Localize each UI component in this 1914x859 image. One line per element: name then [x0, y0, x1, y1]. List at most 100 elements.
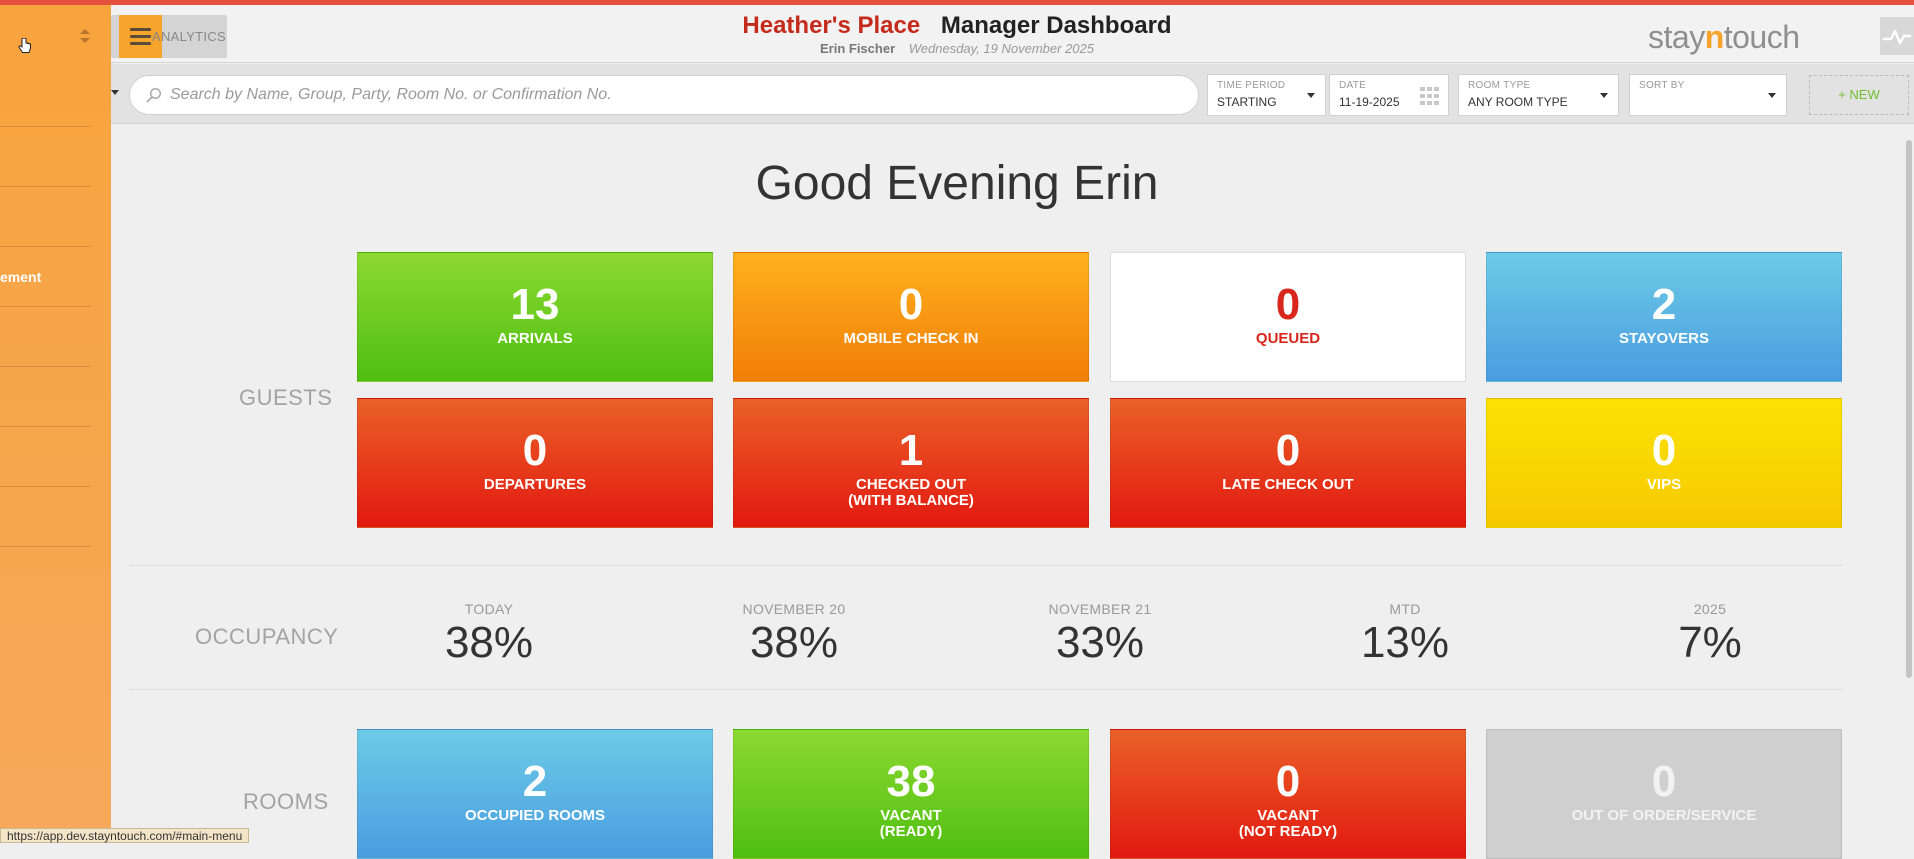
sidebar-item-management[interactable]: ement: [0, 247, 91, 307]
activity-icon: [1882, 29, 1912, 45]
occupancy-value: 33%: [1055, 618, 1145, 667]
sidebar-item-8[interactable]: [0, 487, 91, 547]
date-label: DATE: [1339, 80, 1367, 91]
calendar-icon[interactable]: [1420, 87, 1440, 105]
tile-count: 2: [1651, 280, 1677, 329]
tile-label: QUEUED: [1255, 330, 1321, 347]
brand-text-pre: stay: [1648, 19, 1705, 55]
new-reservation-button[interactable]: + NEW: [1809, 75, 1909, 115]
tile-stayovers[interactable]: 2 STAYOVERS: [1486, 252, 1842, 382]
tile-count: 0: [522, 426, 548, 475]
pointer-cursor-icon: [18, 38, 31, 53]
tile-occupied-rooms[interactable]: 2 OCCUPIED ROOMS: [357, 729, 713, 859]
tile-label: MOBILE CHECK IN: [843, 330, 979, 347]
time-period-label: TIME PERIOD: [1217, 80, 1286, 91]
occupancy-label: TODAY: [464, 601, 514, 617]
search-icon: [146, 87, 162, 103]
occupancy-value: 38%: [444, 618, 534, 667]
sort-by-label: SORT BY: [1639, 80, 1685, 91]
tile-queued[interactable]: 0 QUEUED: [1110, 252, 1466, 382]
header: ANALYTICS Heather's Place Manager Dashbo…: [0, 5, 1914, 63]
tile-count: 0: [1651, 426, 1677, 475]
time-period-select[interactable]: TIME PERIOD STARTING: [1207, 74, 1326, 116]
chevron-down-icon: [1307, 93, 1315, 98]
occupancy-nov-21: NOVEMBER 21 33%: [990, 601, 1210, 667]
tile-label: ARRIVALS: [497, 330, 573, 347]
sort-by-select[interactable]: SORT BY: [1629, 74, 1787, 116]
hotel-name: Heather's Place: [742, 12, 921, 39]
tile-mobile-check-in[interactable]: 0 MOBILE CHECK IN: [733, 252, 1089, 382]
user-name: Erin Fischer: [819, 41, 896, 56]
tile-count: 0: [1275, 426, 1301, 475]
room-type-select[interactable]: ROOM TYPE ANY ROOM TYPE: [1458, 74, 1619, 116]
activity-button[interactable]: [1880, 17, 1914, 55]
occupancy-today: TODAY 38%: [379, 601, 599, 667]
tile-late-check-out[interactable]: 0 LATE CHECK OUT: [1110, 398, 1466, 528]
tile-label: VIPS: [1646, 476, 1682, 493]
date-picker[interactable]: DATE 11-19-2025: [1329, 74, 1449, 116]
filter-bar: TIME PERIOD STARTING DATE 11-19-2025 ROO…: [0, 64, 1914, 124]
tile-vacant-ready[interactable]: 38 VACANT (READY): [733, 729, 1089, 859]
tile-count: 0: [898, 280, 924, 329]
tile-count: 13: [510, 280, 560, 329]
dashboard-title: Manager Dashboard: [940, 12, 1172, 39]
tile-arrivals[interactable]: 13 ARRIVALS: [357, 252, 713, 382]
tile-label: DEPARTURES: [483, 476, 587, 493]
time-period-value: STARTING: [1217, 95, 1277, 109]
search-input[interactable]: [168, 76, 1178, 114]
chevron-down-icon[interactable]: [111, 90, 119, 95]
vertical-scrollbar[interactable]: [1906, 140, 1912, 678]
occupancy-label: MTD: [1389, 601, 1421, 617]
section-label-guests: GUESTS: [239, 385, 333, 410]
room-type-value: ANY ROOM TYPE: [1468, 95, 1568, 109]
tile-label: VACANT (NOT READY): [1238, 807, 1338, 840]
tile-count: 1: [898, 426, 924, 475]
tile-label: STAYOVERS: [1618, 330, 1710, 347]
status-bar-url: https://app.dev.stayntouch.com/#main-men…: [0, 828, 250, 843]
section-label-occupancy: OCCUPANCY: [195, 624, 339, 649]
occupancy-label: 2025: [1693, 601, 1727, 617]
tile-count: 0: [1275, 757, 1301, 806]
chevron-down-icon: [1600, 93, 1608, 98]
search-box[interactable]: [129, 75, 1199, 115]
sidebar-item-7[interactable]: [0, 427, 91, 487]
tile-label: CHECKED OUT (WITH BALANCE): [848, 476, 974, 509]
tile-count: 38: [886, 757, 936, 806]
occupancy-value: 7%: [1678, 618, 1742, 667]
tile-label: OUT OF ORDER/SERVICE: [1571, 807, 1757, 824]
sidebar-item-1[interactable]: [0, 67, 91, 127]
section-divider: [129, 565, 1843, 566]
date-value: 11-19-2025: [1339, 95, 1400, 109]
brand-text-mid: n: [1704, 19, 1725, 55]
occupancy-nov-20: NOVEMBER 20 38%: [684, 601, 904, 667]
current-date: Wednesday, 19 November 2025: [908, 41, 1094, 56]
tile-departures[interactable]: 0 DEPARTURES: [357, 398, 713, 528]
occupancy-label: NOVEMBER 20: [742, 601, 846, 617]
brand-logo: stayntouch: [1648, 19, 1800, 56]
tile-count: 0: [1651, 757, 1677, 806]
occupancy-label: NOVEMBER 21: [1048, 601, 1152, 617]
sort-arrows-icon[interactable]: [80, 29, 90, 43]
sidebar-item-6[interactable]: [0, 367, 91, 427]
occupancy-year: 2025 7%: [1600, 601, 1820, 667]
page-title: Heather's Place Manager Dashboard: [0, 12, 1914, 40]
section-divider: [129, 689, 1843, 690]
occupancy-mtd: MTD 13%: [1295, 601, 1515, 667]
tile-count: 2: [522, 757, 548, 806]
sidebar-item-5[interactable]: [0, 307, 91, 367]
tile-label: OCCUPIED ROOMS: [464, 807, 605, 824]
sidebar-menu: ement: [0, 5, 111, 843]
tile-out-of-order[interactable]: 0 OUT OF ORDER/SERVICE: [1486, 729, 1842, 859]
room-type-label: ROOM TYPE: [1468, 80, 1531, 91]
occupancy-value: 13%: [1360, 618, 1450, 667]
tile-checked-out-with-balance[interactable]: 1 CHECKED OUT (WITH BALANCE): [733, 398, 1089, 528]
tile-label: VACANT (READY): [879, 807, 943, 840]
tile-count: 0: [1275, 280, 1301, 329]
chevron-down-icon: [1768, 93, 1776, 98]
tile-vacant-not-ready[interactable]: 0 VACANT (NOT READY): [1110, 729, 1466, 859]
section-label-rooms: ROOMS: [243, 789, 329, 814]
tile-vips[interactable]: 0 VIPS: [1486, 398, 1842, 528]
occupancy-value: 38%: [749, 618, 839, 667]
page-subtitle: Erin Fischer Wednesday, 19 November 2025: [0, 41, 1914, 56]
brand-text-post: touch: [1723, 19, 1800, 55]
